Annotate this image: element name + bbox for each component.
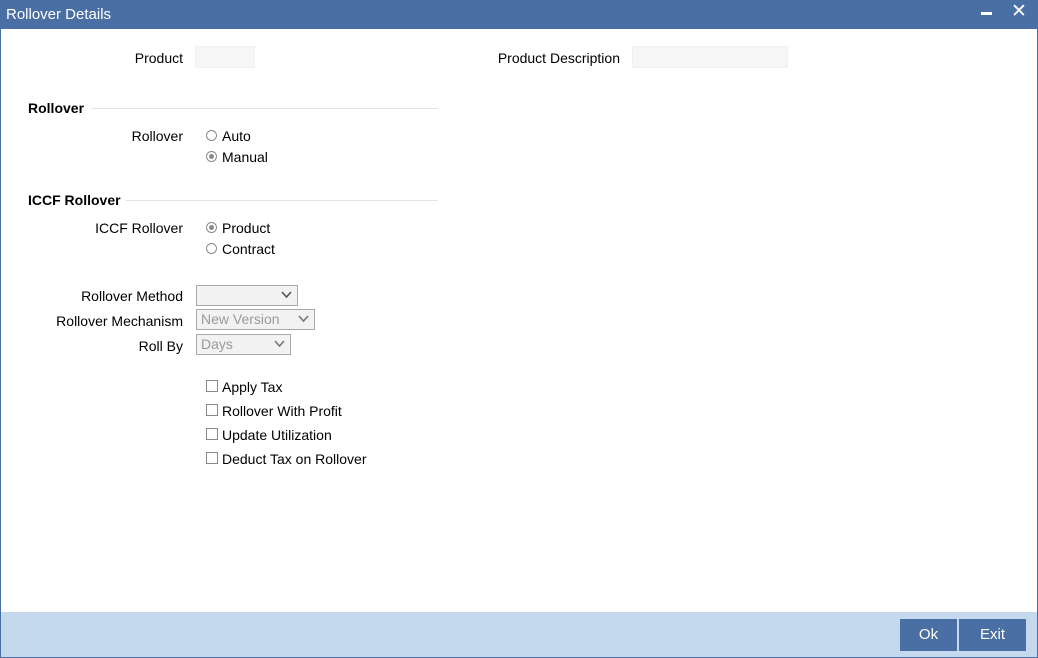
- rollover-method-select[interactable]: [196, 285, 298, 306]
- rollover-mechanism-select[interactable]: New Version: [196, 309, 315, 330]
- roll-by-value: Days: [201, 336, 233, 352]
- deduct-tax-on-rollover-label: Deduct Tax on Rollover: [222, 451, 367, 467]
- chevron-down-icon: [274, 340, 285, 348]
- rollover-method-label: Rollover Method: [81, 288, 183, 304]
- iccf-rollover-label: ICCF Rollover: [95, 220, 183, 236]
- apply-tax-label: Apply Tax: [222, 379, 283, 395]
- iccf-product-label: Product: [222, 220, 271, 236]
- apply-tax-checkbox[interactable]: [206, 380, 218, 392]
- iccf-contract-label: Contract: [222, 241, 275, 257]
- roll-by-label: Roll By: [138, 338, 183, 354]
- iccf-contract-radio[interactable]: [206, 243, 217, 254]
- iccf-rollover-section-title: ICCF Rollover: [28, 192, 121, 208]
- iccf-section-divider: [126, 200, 438, 201]
- rollover-mechanism-value: New Version: [201, 311, 280, 327]
- footer-bar: Ok Exit: [1, 612, 1037, 657]
- deduct-tax-on-rollover-checkbox[interactable]: [206, 452, 218, 464]
- window-title: Rollover Details: [6, 6, 112, 23]
- close-icon[interactable]: ✕: [1010, 2, 1028, 22]
- rollover-manual-label: Manual: [222, 149, 268, 165]
- product-description-field[interactable]: [632, 46, 788, 68]
- chevron-down-icon: [298, 315, 309, 323]
- iccf-product-radio[interactable]: [206, 222, 217, 233]
- rollover-with-profit-checkbox[interactable]: [206, 404, 218, 416]
- rollover-mechanism-label: Rollover Mechanism: [56, 313, 183, 329]
- rollover-manual-radio[interactable]: [206, 151, 217, 162]
- rollover-label: Rollover: [131, 128, 183, 144]
- rollover-section-title: Rollover: [28, 100, 85, 116]
- rollover-section-divider: [91, 108, 438, 109]
- update-utilization-label: Update Utilization: [222, 427, 332, 443]
- minimize-icon[interactable]: [981, 12, 992, 15]
- product-description-label: Product Description: [497, 50, 620, 66]
- product-label: Product: [134, 50, 183, 66]
- ok-button[interactable]: Ok: [900, 619, 957, 651]
- rollover-auto-radio[interactable]: [206, 130, 217, 141]
- title-bar: Rollover Details ✕: [1, 1, 1037, 29]
- roll-by-select[interactable]: Days: [196, 334, 291, 355]
- product-field[interactable]: [195, 46, 255, 68]
- rollover-with-profit-label: Rollover With Profit: [222, 403, 342, 419]
- update-utilization-checkbox[interactable]: [206, 428, 218, 440]
- exit-button[interactable]: Exit: [959, 619, 1026, 651]
- chevron-down-icon: [281, 291, 292, 299]
- rollover-auto-label: Auto: [222, 128, 251, 144]
- rollover-details-window: Rollover Details ✕ Product Product Descr…: [0, 0, 1038, 658]
